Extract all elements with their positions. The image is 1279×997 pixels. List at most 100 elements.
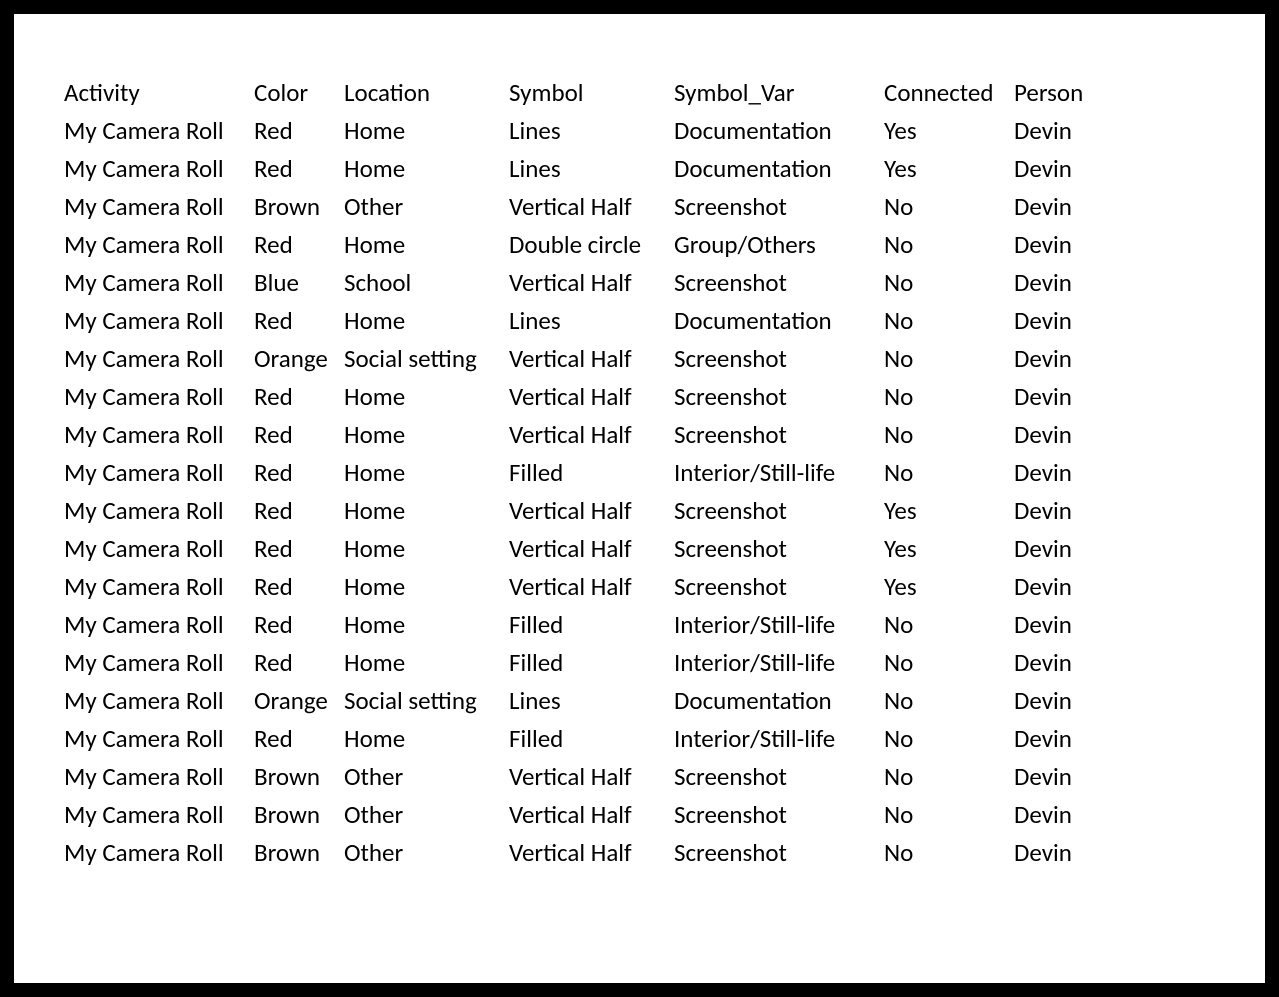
table-cell: Screenshot <box>674 340 884 378</box>
table-cell: Documentation <box>674 302 884 340</box>
table-cell: No <box>884 264 1014 302</box>
table-cell: Home <box>344 530 509 568</box>
table-cell: Devin <box>1014 568 1225 606</box>
table-cell: Brown <box>254 796 344 834</box>
table-row: My Camera RollOrangeSocial settingLinesD… <box>64 682 1225 720</box>
table-cell: Home <box>344 378 509 416</box>
table-cell: Home <box>344 492 509 530</box>
table-cell: Home <box>344 454 509 492</box>
table-cell: My Camera Roll <box>64 302 254 340</box>
table-row: My Camera RollRedHomeVertical HalfScreen… <box>64 378 1225 416</box>
table-cell: No <box>884 302 1014 340</box>
table-cell: Vertical Half <box>509 492 674 530</box>
table-cell: Lines <box>509 302 674 340</box>
table-cell: Devin <box>1014 150 1225 188</box>
table-cell: Vertical Half <box>509 568 674 606</box>
column-header: Color <box>254 74 344 112</box>
table-cell: Brown <box>254 758 344 796</box>
table-cell: Red <box>254 606 344 644</box>
table-cell: Screenshot <box>674 834 884 872</box>
table-cell: Yes <box>884 568 1014 606</box>
table-cell: Orange <box>254 340 344 378</box>
table-cell: Screenshot <box>674 530 884 568</box>
table-cell: Yes <box>884 530 1014 568</box>
table-cell: My Camera Roll <box>64 834 254 872</box>
table-cell: No <box>884 796 1014 834</box>
table-cell: Devin <box>1014 226 1225 264</box>
table-cell: My Camera Roll <box>64 530 254 568</box>
table-cell: No <box>884 644 1014 682</box>
table-cell: Brown <box>254 834 344 872</box>
table-cell: My Camera Roll <box>64 112 254 150</box>
table-cell: No <box>884 758 1014 796</box>
table-cell: Home <box>344 302 509 340</box>
table-row: My Camera RollBrownOtherVertical HalfScr… <box>64 758 1225 796</box>
table-cell: Interior/Still-life <box>674 454 884 492</box>
table-cell: No <box>884 378 1014 416</box>
table-cell: Yes <box>884 112 1014 150</box>
table-row: My Camera RollBrownOtherVertical HalfScr… <box>64 834 1225 872</box>
table-cell: Devin <box>1014 834 1225 872</box>
table-body: My Camera RollRedHomeLinesDocumentationY… <box>64 112 1225 872</box>
table-row: My Camera RollRedHomeLinesDocumentationY… <box>64 150 1225 188</box>
table-cell: My Camera Roll <box>64 378 254 416</box>
table-cell: Vertical Half <box>509 378 674 416</box>
table-cell: Lines <box>509 112 674 150</box>
table-cell: My Camera Roll <box>64 758 254 796</box>
table-cell: No <box>884 454 1014 492</box>
table-cell: Other <box>344 188 509 226</box>
table-row: My Camera RollRedHomeFilledInterior/Stil… <box>64 454 1225 492</box>
table-cell: Vertical Half <box>509 758 674 796</box>
table-cell: No <box>884 340 1014 378</box>
table-cell: Screenshot <box>674 492 884 530</box>
table-cell: Screenshot <box>674 264 884 302</box>
table-row: My Camera RollRedHomeVertical HalfScreen… <box>64 492 1225 530</box>
table-cell: Devin <box>1014 454 1225 492</box>
table-cell: Screenshot <box>674 568 884 606</box>
table-cell: Blue <box>254 264 344 302</box>
table-cell: My Camera Roll <box>64 682 254 720</box>
table-cell: Devin <box>1014 758 1225 796</box>
table-row: My Camera RollRedHomeVertical HalfScreen… <box>64 416 1225 454</box>
column-header: Person <box>1014 74 1225 112</box>
table-cell: Home <box>344 226 509 264</box>
table-cell: My Camera Roll <box>64 226 254 264</box>
table-cell: Devin <box>1014 606 1225 644</box>
table-row: My Camera RollRedHomeDouble circleGroup/… <box>64 226 1225 264</box>
table-cell: Brown <box>254 188 344 226</box>
table-row: My Camera RollRedHomeFilledInterior/Stil… <box>64 720 1225 758</box>
table-cell: Devin <box>1014 682 1225 720</box>
table-cell: Devin <box>1014 264 1225 302</box>
table-cell: Devin <box>1014 492 1225 530</box>
table-cell: No <box>884 226 1014 264</box>
table-cell: Yes <box>884 492 1014 530</box>
table-cell: Devin <box>1014 112 1225 150</box>
table-cell: My Camera Roll <box>64 264 254 302</box>
table-cell: Devin <box>1014 530 1225 568</box>
table-row: My Camera RollBrownOtherVertical HalfScr… <box>64 796 1225 834</box>
table-cell: Home <box>344 568 509 606</box>
document-page: ActivityColorLocationSymbolSymbol_VarCon… <box>14 14 1265 983</box>
table-cell: Documentation <box>674 112 884 150</box>
table-cell: Home <box>344 720 509 758</box>
table-cell: Devin <box>1014 720 1225 758</box>
table-cell: Screenshot <box>674 758 884 796</box>
table-cell: Devin <box>1014 302 1225 340</box>
table-cell: Orange <box>254 682 344 720</box>
table-cell: No <box>884 720 1014 758</box>
table-cell: Red <box>254 302 344 340</box>
table-row: My Camera RollRedHomeVertical HalfScreen… <box>64 530 1225 568</box>
table-cell: Vertical Half <box>509 834 674 872</box>
table-cell: Lines <box>509 682 674 720</box>
table-row: My Camera RollRedHomeLinesDocumentationN… <box>64 302 1225 340</box>
table-cell: Vertical Half <box>509 188 674 226</box>
table-row: My Camera RollRedHomeVertical HalfScreen… <box>64 568 1225 606</box>
table-cell: My Camera Roll <box>64 416 254 454</box>
table-cell: Other <box>344 796 509 834</box>
table-cell: Red <box>254 112 344 150</box>
table-cell: No <box>884 188 1014 226</box>
table-cell: Red <box>254 378 344 416</box>
table-cell: Devin <box>1014 378 1225 416</box>
table-row: My Camera RollBlueSchoolVertical HalfScr… <box>64 264 1225 302</box>
table-cell: My Camera Roll <box>64 188 254 226</box>
